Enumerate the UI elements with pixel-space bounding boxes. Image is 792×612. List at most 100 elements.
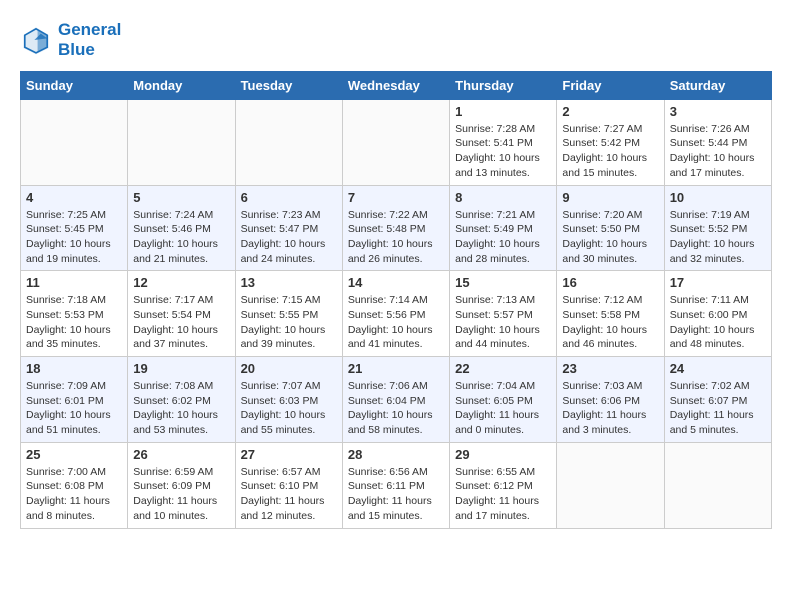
day-info: Sunrise: 7:00 AMSunset: 6:08 PMDaylight:… [26,465,122,524]
day-number: 18 [26,361,122,376]
calendar-cell [557,442,664,528]
calendar-cell: 12 Sunrise: 7:17 AMSunset: 5:54 PMDayligh… [128,271,235,357]
day-info: Sunrise: 7:12 AMSunset: 5:58 PMDaylight:… [562,293,658,352]
calendar-cell: 19 Sunrise: 7:08 AMSunset: 6:02 PMDayligh… [128,357,235,443]
day-number: 7 [348,190,444,205]
calendar-cell: 10 Sunrise: 7:19 AMSunset: 5:52 PMDayligh… [664,185,771,271]
calendar-cell: 29 Sunrise: 6:55 AMSunset: 6:12 PMDayligh… [450,442,557,528]
day-info: Sunrise: 7:13 AMSunset: 5:57 PMDaylight:… [455,293,551,352]
day-info: Sunrise: 7:25 AMSunset: 5:45 PMDaylight:… [26,208,122,267]
weekday-header-saturday: Saturday [664,71,771,99]
calendar-cell: 5 Sunrise: 7:24 AMSunset: 5:46 PMDaylight… [128,185,235,271]
calendar-cell: 14Sunrise: 7:14 AMSunset: 5:56 PMDayligh… [342,271,449,357]
day-number: 1 [455,104,551,119]
day-info: Sunrise: 6:59 AMSunset: 6:09 PMDaylight:… [133,465,229,524]
day-info: Sunrise: 6:55 AMSunset: 6:12 PMDaylight:… [455,465,551,524]
calendar-cell: 4 Sunrise: 7:25 AMSunset: 5:45 PMDaylight… [21,185,128,271]
day-number: 19 [133,361,229,376]
day-info: Sunrise: 7:23 AMSunset: 5:47 PMDaylight:… [241,208,337,267]
day-number: 9 [562,190,658,205]
day-info: Sunrise: 7:14 AMSunset: 5:56 PMDaylight:… [348,293,444,352]
day-number: 29 [455,447,551,462]
logo: General Blue [20,20,121,61]
weekday-header-tuesday: Tuesday [235,71,342,99]
day-info: Sunrise: 7:07 AMSunset: 6:03 PMDaylight:… [241,379,337,438]
day-number: 4 [26,190,122,205]
calendar-cell: 8 Sunrise: 7:21 AMSunset: 5:49 PMDaylight… [450,185,557,271]
calendar-cell: 2 Sunrise: 7:27 AMSunset: 5:42 PMDaylight… [557,99,664,185]
day-number: 25 [26,447,122,462]
day-number: 8 [455,190,551,205]
day-info: Sunrise: 7:11 AMSunset: 6:00 PMDaylight:… [670,293,766,352]
weekday-header-thursday: Thursday [450,71,557,99]
day-number: 2 [562,104,658,119]
day-number: 27 [241,447,337,462]
weekday-header-wednesday: Wednesday [342,71,449,99]
day-info: Sunrise: 7:19 AMSunset: 5:52 PMDaylight:… [670,208,766,267]
calendar-cell: 23 Sunrise: 7:03 AMSunset: 6:06 PMDayligh… [557,357,664,443]
day-number: 22 [455,361,551,376]
day-info: Sunrise: 7:17 AMSunset: 5:54 PMDaylight:… [133,293,229,352]
day-info: Sunrise: 7:04 AMSunset: 6:05 PMDaylight:… [455,379,551,438]
day-number: 20 [241,361,337,376]
day-info: Sunrise: 6:56 AMSunset: 6:11 PMDaylight:… [348,465,444,524]
calendar-cell: 26 Sunrise: 6:59 AMSunset: 6:09 PMDayligh… [128,442,235,528]
day-number: 23 [562,361,658,376]
calendar-cell: 25 Sunrise: 7:00 AMSunset: 6:08 PMDayligh… [21,442,128,528]
calendar-cell: 3 Sunrise: 7:26 AMSunset: 5:44 PMDaylight… [664,99,771,185]
day-number: 13 [241,275,337,290]
weekday-header-friday: Friday [557,71,664,99]
day-info: Sunrise: 7:18 AMSunset: 5:53 PMDaylight:… [26,293,122,352]
calendar-table: SundayMondayTuesdayWednesdayThursdayFrid… [20,71,772,529]
calendar-cell: 24 Sunrise: 7:02 AMSunset: 6:07 PMDayligh… [664,357,771,443]
calendar-cell: 21 Sunrise: 7:06 AMSunset: 6:04 PMDayligh… [342,357,449,443]
calendar-cell: 22 Sunrise: 7:04 AMSunset: 6:05 PMDayligh… [450,357,557,443]
day-number: 10 [670,190,766,205]
day-number: 3 [670,104,766,119]
calendar-cell: 18 Sunrise: 7:09 AMSunset: 6:01 PMDayligh… [21,357,128,443]
day-info: Sunrise: 7:24 AMSunset: 5:46 PMDaylight:… [133,208,229,267]
calendar-cell: 11 Sunrise: 7:18 AMSunset: 5:53 PMDayligh… [21,271,128,357]
calendar-cell: 1 Sunrise: 7:28 AMSunset: 5:41 PMDaylight… [450,99,557,185]
calendar-cell: 6 Sunrise: 7:23 AMSunset: 5:47 PMDaylight… [235,185,342,271]
day-number: 12 [133,275,229,290]
day-number: 17 [670,275,766,290]
weekday-header-sunday: Sunday [21,71,128,99]
calendar-cell [235,99,342,185]
day-number: 6 [241,190,337,205]
day-number: 21 [348,361,444,376]
day-info: Sunrise: 7:20 AMSunset: 5:50 PMDaylight:… [562,208,658,267]
day-info: Sunrise: 6:57 AMSunset: 6:10 PMDaylight:… [241,465,337,524]
day-number: 28 [348,447,444,462]
calendar-cell [128,99,235,185]
calendar-cell: 17 Sunrise: 7:11 AMSunset: 6:00 PMDayligh… [664,271,771,357]
day-info: Sunrise: 7:15 AMSunset: 5:55 PMDaylight:… [241,293,337,352]
day-info: Sunrise: 7:27 AMSunset: 5:42 PMDaylight:… [562,122,658,181]
weekday-header-monday: Monday [128,71,235,99]
calendar-cell: 20 Sunrise: 7:07 AMSunset: 6:03 PMDayligh… [235,357,342,443]
day-info: Sunrise: 7:09 AMSunset: 6:01 PMDaylight:… [26,379,122,438]
logo-icon [20,24,52,56]
calendar-cell: 27 Sunrise: 6:57 AMSunset: 6:10 PMDayligh… [235,442,342,528]
day-info: Sunrise: 7:06 AMSunset: 6:04 PMDaylight:… [348,379,444,438]
day-info: Sunrise: 7:03 AMSunset: 6:06 PMDaylight:… [562,379,658,438]
day-number: 15 [455,275,551,290]
day-number: 24 [670,361,766,376]
day-info: Sunrise: 7:08 AMSunset: 6:02 PMDaylight:… [133,379,229,438]
calendar-cell [664,442,771,528]
day-number: 11 [26,275,122,290]
day-number: 26 [133,447,229,462]
day-info: Sunrise: 7:02 AMSunset: 6:07 PMDaylight:… [670,379,766,438]
day-info: Sunrise: 7:28 AMSunset: 5:41 PMDaylight:… [455,122,551,181]
calendar-cell [342,99,449,185]
day-info: Sunrise: 7:26 AMSunset: 5:44 PMDaylight:… [670,122,766,181]
calendar-cell: 16 Sunrise: 7:12 AMSunset: 5:58 PMDayligh… [557,271,664,357]
day-number: 5 [133,190,229,205]
day-info: Sunrise: 7:21 AMSunset: 5:49 PMDaylight:… [455,208,551,267]
day-info: Sunrise: 7:22 AMSunset: 5:48 PMDaylight:… [348,208,444,267]
calendar-cell: 28 Sunrise: 6:56 AMSunset: 6:11 PMDayligh… [342,442,449,528]
calendar-cell: 15 Sunrise: 7:13 AMSunset: 5:57 PMDayligh… [450,271,557,357]
calendar-cell: 9 Sunrise: 7:20 AMSunset: 5:50 PMDaylight… [557,185,664,271]
calendar-cell: 7 Sunrise: 7:22 AMSunset: 5:48 PMDaylight… [342,185,449,271]
day-number: 16 [562,275,658,290]
